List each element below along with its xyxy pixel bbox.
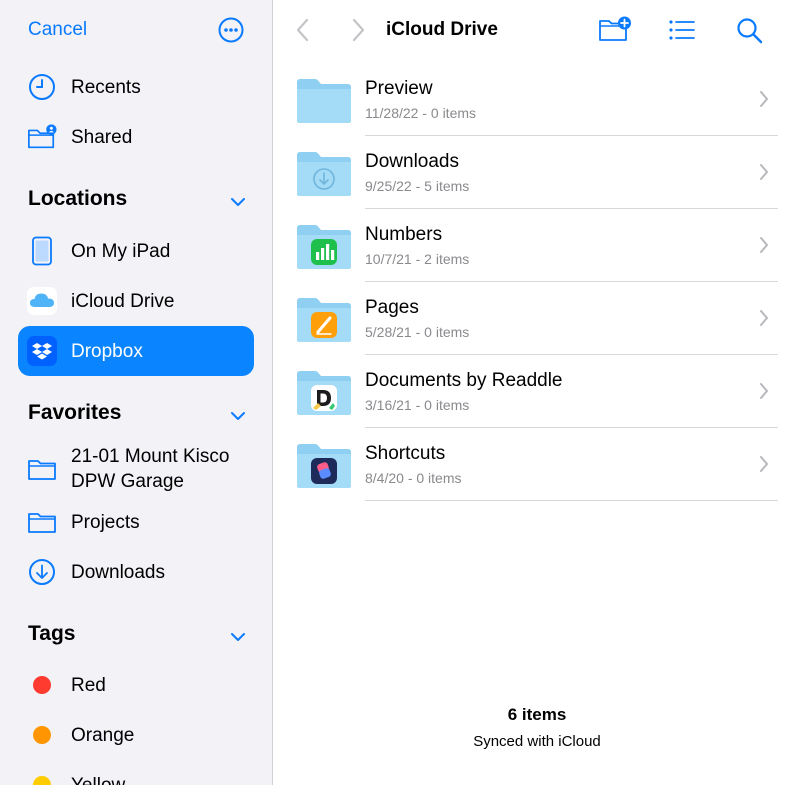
file-row-pages[interactable]: Pages 5/28/21 - 0 items (274, 294, 800, 367)
sidebar-item-label: On My iPad (71, 240, 171, 262)
tag-dot-icon (27, 720, 57, 750)
chevron-right-icon (759, 90, 769, 108)
sidebar-item-label: Dropbox (71, 340, 143, 362)
cancel-button[interactable]: Cancel (28, 19, 87, 41)
pages-folder-icon (296, 297, 352, 343)
file-meta: 11/28/22 - 0 items (365, 105, 477, 121)
tag-dot-icon (27, 770, 57, 785)
sidebar-item-mount-kisco[interactable]: 21-01 Mount Kisco DPW Garage (18, 442, 254, 496)
sidebar-item-tag-yellow[interactable]: Yellow (18, 760, 254, 785)
folder-icon (27, 454, 57, 484)
file-name: Numbers (365, 224, 443, 245)
row-divider (365, 500, 778, 501)
sidebar-item-label: 21-01 Mount Kisco DPW Garage (71, 446, 230, 492)
file-row-preview[interactable]: Preview 11/28/22 - 0 items (274, 75, 800, 148)
row-divider (365, 427, 778, 428)
locations-section-title: Locations (28, 187, 128, 210)
search-icon[interactable] (736, 17, 764, 50)
page-title: iCloud Drive (386, 19, 498, 40)
file-name: Shortcuts (365, 443, 446, 464)
sidebar-item-tag-red[interactable]: Red (18, 660, 254, 710)
chevron-down-icon[interactable] (229, 409, 247, 421)
sidebar-item-label: Projects (71, 511, 140, 533)
chevron-right-icon (759, 236, 769, 254)
icloud-icon (27, 286, 57, 316)
chevron-right-icon (759, 163, 769, 181)
sidebar-item-projects[interactable]: Projects (18, 497, 254, 547)
favorites-section-title: Favorites (28, 401, 122, 424)
numbers-folder-icon (296, 224, 352, 270)
sidebar-item-shared[interactable]: Shared (18, 112, 254, 162)
chevron-right-icon (759, 455, 769, 473)
dropbox-icon (27, 336, 57, 366)
sidebar-item-label: Red (71, 674, 106, 696)
folder-icon (296, 78, 352, 124)
main-content: iCloud Drive Preview 11/28/22 - 0 items … (274, 0, 800, 785)
sync-status: Synced with iCloud (473, 733, 601, 750)
chevron-right-icon (759, 382, 769, 400)
sidebar-item-label: Yellow (71, 774, 126, 785)
file-row-shortcuts[interactable]: Shortcuts 8/4/20 - 0 items (274, 440, 800, 513)
file-name: Documents by Readdle (365, 370, 563, 391)
sidebar-item-recents[interactable]: Recents (18, 62, 254, 112)
file-meta: 9/25/22 - 5 items (365, 178, 470, 194)
sidebar-item-icloud-drive[interactable]: iCloud Drive (18, 276, 254, 326)
row-divider (365, 354, 778, 355)
download-folder-icon (296, 151, 352, 197)
download-circle-icon (27, 557, 57, 587)
files-app: Cancel Recents Shared Locations On My iP… (0, 0, 800, 785)
chevron-left-icon[interactable] (296, 18, 310, 47)
sidebar-item-label: Recents (71, 76, 141, 98)
ipad-icon (27, 236, 57, 266)
tags-section-title: Tags (28, 622, 76, 645)
file-meta: 5/28/21 - 0 items (365, 324, 470, 340)
row-divider (365, 135, 778, 136)
item-count: 6 items (507, 705, 567, 724)
sidebar-item-label: Downloads (71, 561, 165, 583)
sidebar-item-dropbox[interactable]: Dropbox (18, 326, 254, 376)
shared-folder-icon (27, 122, 57, 152)
new-folder-icon[interactable] (598, 15, 632, 48)
list-icon[interactable] (668, 19, 696, 46)
chevron-down-icon[interactable] (229, 630, 247, 642)
row-divider (365, 208, 778, 209)
file-meta: 8/4/20 - 0 items (365, 470, 462, 486)
clock-icon (27, 72, 57, 102)
row-divider (365, 281, 778, 282)
chevron-right-icon[interactable] (351, 18, 365, 47)
tag-dot-icon (27, 670, 57, 700)
file-row-numbers[interactable]: Numbers 10/7/21 - 2 items (274, 221, 800, 294)
file-name: Preview (365, 78, 433, 99)
sidebar-item-on-my-ipad[interactable]: On My iPad (18, 226, 254, 276)
shortcuts-folder-icon (296, 443, 352, 489)
sidebar-item-tag-orange[interactable]: Orange (18, 710, 254, 760)
chevron-right-icon (759, 309, 769, 327)
sidebar-item-label: iCloud Drive (71, 290, 175, 312)
file-meta: 10/7/21 - 2 items (365, 251, 470, 267)
chevron-down-icon[interactable] (229, 195, 247, 207)
readdle-folder-icon (296, 370, 352, 416)
file-row-documents-by-readdle[interactable]: Documents by Readdle 3/16/21 - 0 items (274, 367, 800, 440)
file-row-downloads[interactable]: Downloads 9/25/22 - 5 items (274, 148, 800, 221)
ellipsis-circle-icon[interactable] (218, 17, 244, 43)
file-name: Downloads (365, 151, 459, 172)
folder-icon (27, 507, 57, 537)
sidebar-item-label: Orange (71, 724, 135, 746)
sidebar-item-label: Shared (71, 126, 133, 148)
sidebar-item-downloads[interactable]: Downloads (18, 547, 254, 597)
file-name: Pages (365, 297, 419, 318)
file-meta: 3/16/21 - 0 items (365, 397, 470, 413)
sidebar: Cancel Recents Shared Locations On My iP… (0, 0, 273, 785)
